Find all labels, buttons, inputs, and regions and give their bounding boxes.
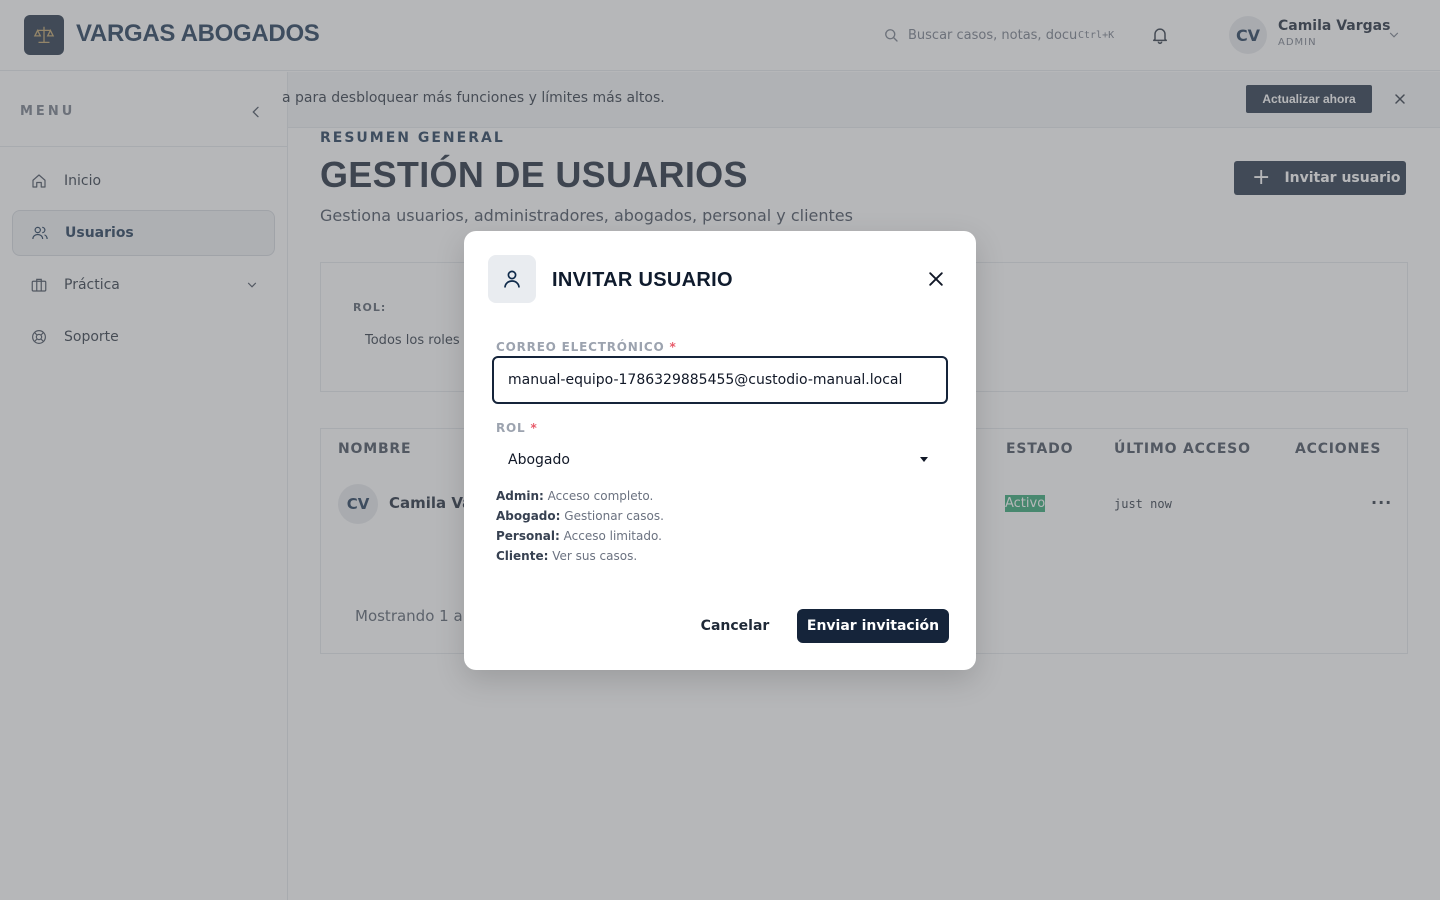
- role-help-abogado: Abogado: Gestionar casos.: [496, 509, 664, 523]
- user-icon: [488, 255, 536, 303]
- role-select-value: Abogado: [508, 452, 570, 468]
- caret-down-icon: [920, 457, 928, 462]
- modal-title: INVITAR USUARIO: [552, 269, 733, 291]
- close-icon[interactable]: [926, 269, 946, 289]
- role-select[interactable]: Abogado: [492, 444, 948, 476]
- role-label: ROL *: [496, 421, 538, 435]
- role-help-admin: Admin: Acceso completo.: [496, 489, 654, 503]
- email-field[interactable]: [492, 356, 948, 404]
- email-label: CORREO ELECTRÓNICO *: [496, 340, 677, 354]
- role-help-cliente: Cliente: Ver sus casos.: [496, 549, 638, 563]
- role-help-personal: Personal: Acceso limitado.: [496, 529, 662, 543]
- send-invitation-button[interactable]: Enviar invitación: [797, 609, 949, 643]
- cancel-button[interactable]: Cancelar: [688, 609, 782, 643]
- invite-user-modal: INVITAR USUARIO CORREO ELECTRÓNICO * ROL…: [464, 231, 976, 670]
